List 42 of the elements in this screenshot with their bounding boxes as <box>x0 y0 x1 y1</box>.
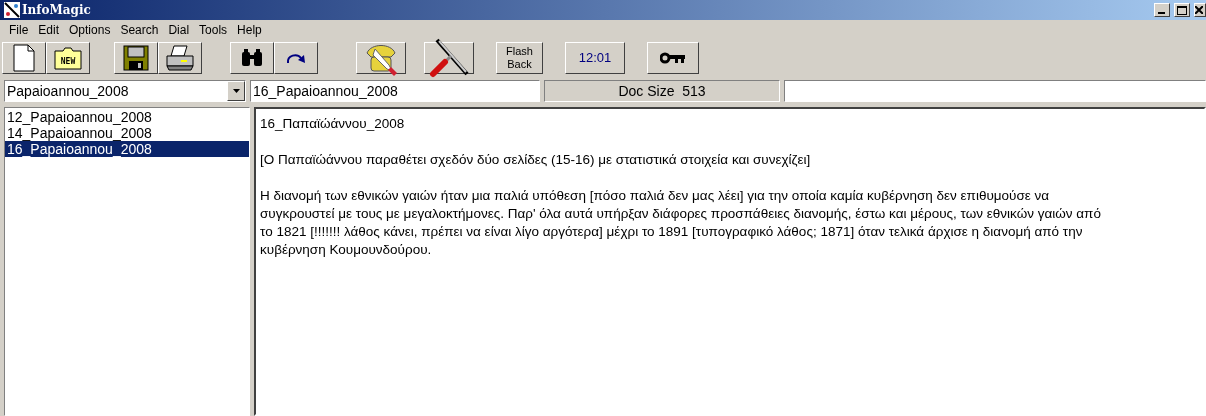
new-folder-button[interactable]: NEW <box>46 42 90 74</box>
title-field[interactable]: 16_Papaioannou_2008 <box>250 80 540 102</box>
document-list-item[interactable]: 16_Papaioannou_2008 <box>5 141 249 157</box>
close-icon <box>1195 6 1203 14</box>
flash-back-button[interactable]: Flash Back <box>496 42 543 74</box>
toolbar-button[interactable] <box>114 42 158 74</box>
printer-icon <box>165 44 195 72</box>
toolbar-button[interactable] <box>230 42 274 74</box>
menu-item[interactable]: Options <box>64 23 116 37</box>
menu-item[interactable]: Edit <box>33 23 65 37</box>
toolbar-button[interactable] <box>647 42 699 74</box>
redo-arrow-icon <box>285 51 307 65</box>
folder-icon: NEW <box>53 46 83 70</box>
document-icon <box>13 44 35 72</box>
toolbar-button[interactable] <box>2 42 46 74</box>
maximize-button[interactable] <box>1174 3 1190 17</box>
minimize-button[interactable] <box>1154 3 1170 17</box>
menu-item[interactable]: Tools <box>194 23 233 37</box>
window-title: InfoMagic <box>22 3 92 17</box>
binoculars-icon <box>240 48 264 68</box>
document-list-item[interactable]: 12_Papaioannou_2008 <box>5 109 249 125</box>
close-button[interactable] <box>1194 3 1206 17</box>
toolbar-button[interactable] <box>356 42 406 74</box>
dropdown-arrow-icon <box>232 89 240 93</box>
maximize-icon <box>1177 5 1187 15</box>
clock-button[interactable]: 12:01 <box>565 42 625 74</box>
menu-item[interactable]: Dial <box>163 23 195 37</box>
document-list-item[interactable]: 14_Papaioannou_2008 <box>5 125 249 141</box>
paragraph: Η διανομή των εθνικών γαιών ήταν μια παλιά υπόθεση [πόσο παλιά δεν μας λέει] για την οποία καμία κυβέρνηση δεν επιθυμούσε να συγκρουστεί με τους με μεγαλοκτήμονες. Παρ' όλα αυτά υπήρξαν διάφορες προσπάθειες διανομής, έστω και μέρους, των εθνικών γαιών από το 1821 [!!!!!!! λάθος κάνει, πρέπει να είναι λίγο αργότερα] μέχρι το 1891 [τυπογραφικό λάθος; 1871] όταν τελικά άρχισε η διανομή από την κυβέρνηση Κουμουνδούρου. <box>260 187 1102 259</box>
squeegee-icon <box>429 38 469 78</box>
menu-item[interactable]: File <box>4 23 34 37</box>
document-dropdown[interactable]: Papaioannou_2008 <box>4 80 246 102</box>
document-heading: 16_Παπαϊώάννου_2008 <box>260 115 406 133</box>
key-icon <box>660 52 686 64</box>
menu-item[interactable]: Search <box>115 23 164 37</box>
paragraph: [Ο Παπαϊώάννου παραθέτει σχεδόν δύο σελίδες (15-16) με στατιστικά στοιχεία και συνεχίζει] <box>260 151 812 169</box>
toolbar-button[interactable] <box>158 42 202 74</box>
input-field[interactable] <box>784 80 1206 102</box>
toolbar-button[interactable] <box>274 42 318 74</box>
doc-size-label: Doc Size 513 <box>544 80 780 102</box>
menu-item[interactable]: Help <box>232 23 267 37</box>
app-logo-icon <box>4 2 20 18</box>
